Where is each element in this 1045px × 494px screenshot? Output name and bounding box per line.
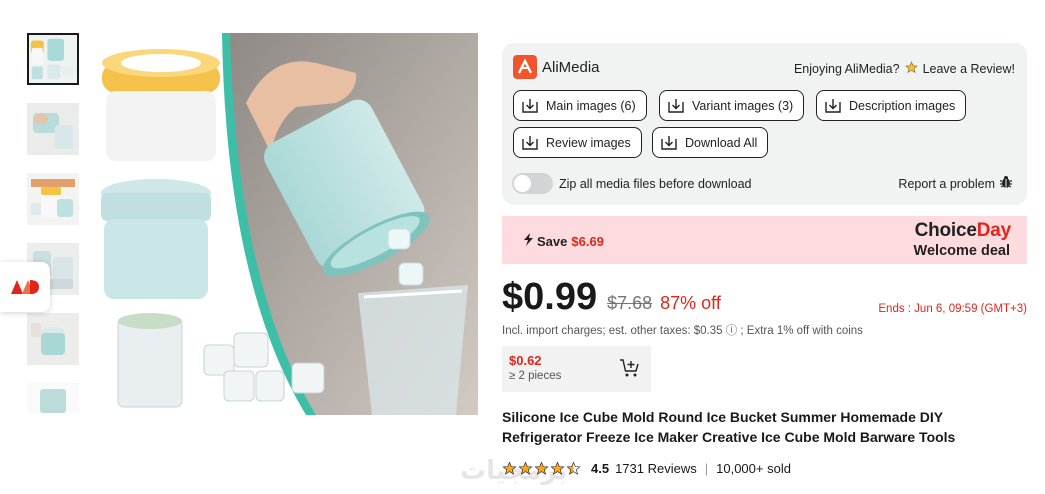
star-full-icon: [518, 461, 533, 475]
bulk-price: $0.62: [509, 353, 542, 368]
download-icon: [668, 98, 684, 113]
tax-info[interactable]: Incl. import charges; est. other taxes: …: [502, 322, 863, 338]
choice-day-banner: Save $6.69 ChoiceDay Welcome deal: [502, 216, 1027, 264]
main-images-button[interactable]: Main images (6): [513, 90, 647, 121]
current-price: $0.99: [502, 276, 598, 318]
thumbnail-3[interactable]: [27, 173, 79, 225]
review-images-label: Review images: [546, 135, 631, 150]
review-prompt: Enjoying AliMedia? Leave a Review!: [794, 61, 1015, 77]
thumbnail-1[interactable]: [27, 33, 79, 85]
discount-badge: 87% off: [660, 293, 721, 313]
alimedia-ad-icon: [11, 280, 39, 294]
zip-toggle[interactable]: [512, 173, 553, 194]
choice-text: Choice: [914, 220, 977, 241]
description-images-label: Description images: [849, 98, 956, 113]
star-full-icon: [534, 461, 549, 475]
download-all-label: Download All: [685, 135, 758, 150]
day-text: Day: [976, 220, 1011, 241]
thumbnail-2[interactable]: [27, 103, 79, 155]
thumbnail-6[interactable]: [27, 383, 79, 413]
deal-end-time: Ends : Jun 6, 09:59 (GMT+3): [878, 303, 1027, 315]
sold-count: 10,000+ sold: [716, 461, 791, 476]
original-price: $7.68: [607, 293, 653, 313]
save-info: Save $6.69: [524, 233, 604, 249]
main-product-image[interactable]: [96, 33, 478, 415]
thumbnail-image: [29, 35, 77, 83]
product-photo: [96, 33, 478, 415]
download-all-button[interactable]: Download All: [652, 127, 769, 158]
choice-day-logo: ChoiceDay: [914, 220, 1012, 242]
bug-icon: [999, 175, 1013, 192]
thumbnail-image: [27, 313, 79, 365]
thumbnail-image: [27, 173, 79, 225]
toggle-knob: [514, 175, 531, 192]
alimedia-logo-icon: [513, 55, 537, 79]
save-label: Save: [537, 233, 568, 249]
save-amount: $6.69: [571, 233, 604, 249]
zip-option: Zip all media files before download: [512, 173, 751, 194]
alimedia-panel: AliMedia Enjoying AliMedia? Leave a Revi…: [502, 43, 1027, 205]
add-to-cart-icon[interactable]: [619, 358, 641, 383]
star-rating[interactable]: [502, 461, 581, 476]
alimedia-brand-name: AliMedia: [542, 58, 600, 76]
download-icon: [825, 98, 841, 113]
review-images-button[interactable]: Review images: [513, 127, 642, 158]
star-full-icon: [550, 461, 565, 475]
report-label: Report a problem: [898, 176, 995, 191]
price-block: $0.99 $7.68 87% off: [502, 276, 721, 319]
thumbnail-5[interactable]: [27, 313, 79, 365]
separator: |: [704, 461, 709, 476]
lightning-icon: [524, 233, 533, 249]
zip-label: Zip all media files before download: [559, 176, 752, 191]
bulk-quantity: ≥ 2 pieces: [509, 370, 562, 382]
thumbnail-image: [27, 103, 79, 155]
main-images-label: Main images (6): [546, 98, 636, 113]
star-full-icon: [502, 461, 517, 475]
alimedia-logo: AliMedia: [513, 55, 600, 79]
thumbnail-image: [27, 383, 79, 413]
download-icon: [522, 98, 538, 113]
variant-images-button[interactable]: Variant images (3): [659, 90, 805, 121]
star-icon: [904, 61, 918, 77]
report-problem-link[interactable]: Report a problem: [898, 175, 1013, 192]
download-icon: [661, 135, 677, 150]
thumbnail-strip: [27, 33, 81, 431]
enjoy-text: Enjoying AliMedia?: [793, 62, 900, 76]
star-half-icon: [566, 461, 581, 475]
review-count[interactable]: 1731 Reviews: [615, 461, 697, 476]
product-title: Silicone Ice Cube Mold Round Ice Bucket …: [502, 409, 956, 445]
rating-row: 4.5 1731 Reviews | 10,000+ sold: [502, 461, 791, 476]
leave-review-link[interactable]: Leave a Review!: [923, 62, 1015, 76]
welcome-deal-text: Welcome deal: [913, 243, 1010, 259]
rating-score: 4.5: [591, 461, 610, 476]
description-images-button[interactable]: Description images: [816, 90, 967, 121]
alimedia-floating-logo[interactable]: [0, 262, 50, 312]
bulk-price-box[interactable]: $0.62 ≥ 2 pieces: [502, 346, 651, 392]
variant-images-label: Variant images (3): [692, 98, 794, 113]
download-icon: [522, 135, 538, 150]
